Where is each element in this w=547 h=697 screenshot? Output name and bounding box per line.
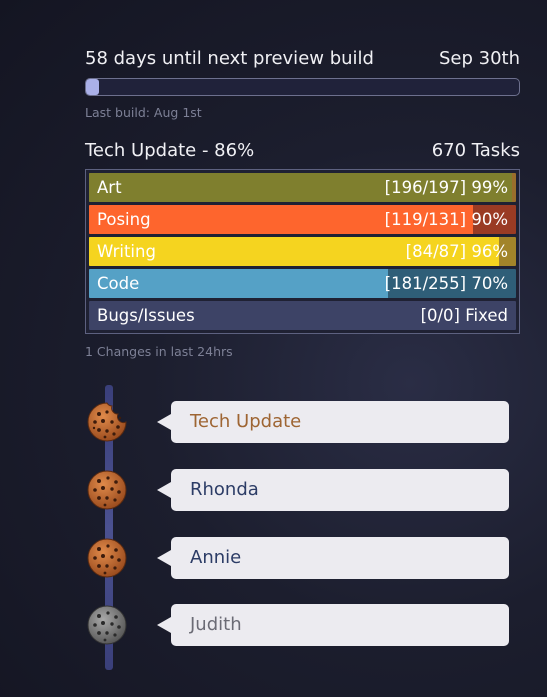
feed-item-judith[interactable]: Judith	[85, 603, 510, 647]
preview-progress-bar	[85, 78, 520, 96]
feed-item-rhonda[interactable]: Rhonda	[85, 468, 510, 512]
feed-label-tech-update: Tech Update	[190, 411, 302, 432]
task-row-posing: Posing [119/131] 90%	[89, 205, 516, 234]
last-build-text: Last build: Aug 1st	[85, 105, 202, 120]
task-label-posing: Posing	[97, 210, 151, 229]
feed-bubble: Annie	[157, 537, 509, 579]
cookie-icon	[87, 538, 127, 578]
feed-label-judith: Judith	[190, 614, 242, 635]
cookie-bitten-icon	[87, 402, 127, 442]
cookie-icon	[87, 470, 127, 510]
feed-item-annie[interactable]: Annie	[85, 536, 510, 580]
feed-label-annie: Annie	[190, 547, 242, 568]
summary-title: Tech Update - 86%	[85, 140, 255, 161]
task-value-bugs: [0/0] Fixed	[420, 306, 508, 325]
feed-bubble: Tech Update	[157, 401, 509, 443]
task-breakdown: Art [196/197] 99% Posing [119/131] 90% W…	[85, 169, 520, 334]
task-value-code: [181/255] 70%	[384, 274, 508, 293]
countdown-text: 58 days until next preview build	[85, 48, 374, 69]
changes-text: 1 Changes in last 24hrs	[85, 344, 233, 359]
preview-progress-fill	[86, 79, 99, 95]
countdown-header: 58 days until next preview build Sep 30t…	[85, 48, 520, 69]
task-label-code: Code	[97, 274, 140, 293]
countdown-date: Sep 30th	[438, 48, 520, 69]
task-row-art: Art [196/197] 99%	[89, 173, 516, 202]
task-label-bugs: Bugs/Issues	[97, 306, 195, 325]
task-value-writing: [84/87] 96%	[405, 242, 508, 261]
cookie-grey-icon	[87, 605, 127, 645]
feed-label-rhonda: Rhonda	[190, 479, 259, 500]
task-value-art: [196/197] 99%	[384, 178, 508, 197]
feed-bubble: Rhonda	[157, 469, 509, 511]
task-label-writing: Writing	[97, 242, 156, 261]
feed-item-tech-update[interactable]: Tech Update	[85, 400, 510, 444]
task-row-writing: Writing [84/87] 96%	[89, 237, 516, 266]
task-value-posing: [119/131] 90%	[384, 210, 508, 229]
task-row-code: Code [181/255] 70%	[89, 269, 516, 298]
summary-task-count: 670 Tasks	[431, 140, 520, 161]
task-row-bugs: Bugs/Issues [0/0] Fixed	[89, 301, 516, 330]
summary-header: Tech Update - 86% 670 Tasks	[85, 140, 520, 161]
feed-bubble: Judith	[157, 604, 509, 646]
task-label-art: Art	[97, 178, 122, 197]
